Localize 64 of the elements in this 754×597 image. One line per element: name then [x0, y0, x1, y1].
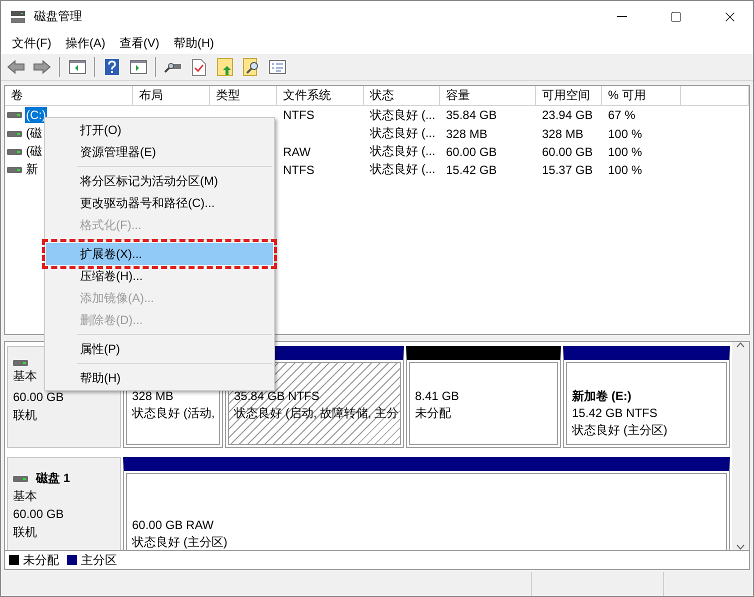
- partition-text: 状态良好 (主分区): [132, 534, 228, 550]
- partition-text: 328 MB: [132, 388, 174, 405]
- partition-text: 8.41 GB: [415, 388, 460, 405]
- partition-text: 未分配: [415, 405, 452, 422]
- column-header[interactable]: 状态: [364, 86, 440, 105]
- partition-text: 35.84 GB NTFS: [234, 388, 320, 405]
- legend-label: 未分配: [23, 552, 59, 568]
- disk-type: 基本: [13, 488, 37, 505]
- disk-name: 磁盘 1: [36, 470, 70, 487]
- disk-size: 60.00 GB: [13, 389, 64, 406]
- table-cell: NTFS: [283, 162, 314, 176]
- context-menu-item[interactable]: 打开(O): [46, 119, 273, 141]
- column-header[interactable]: 布局: [133, 86, 210, 105]
- table-cell: 328 MB: [542, 126, 584, 140]
- table-cell: 23.94 GB: [542, 108, 593, 122]
- column-header[interactable]: 文件系统: [277, 86, 364, 105]
- context-menu-item[interactable]: 扩展卷(X)...: [46, 243, 273, 265]
- table-cell: 100 %: [608, 162, 642, 176]
- table-cell: 状态良好 (...: [370, 143, 436, 160]
- window-title: 磁盘管理: [34, 8, 83, 25]
- column-header[interactable]: 卷: [5, 86, 133, 105]
- partition-block[interactable]: 35.84 GB NTFS 状态良好 (启动, 故障转储, 主分: [225, 346, 404, 448]
- volume-name[interactable]: (磁: [25, 124, 43, 143]
- partition-text: 状态良好 (活动,: [132, 405, 214, 422]
- table-cell: 状态良好 (...: [370, 125, 436, 142]
- table-cell: 100 %: [608, 144, 642, 158]
- column-header[interactable]: 类型: [210, 86, 277, 105]
- menu-item[interactable]: 操作(A): [58, 32, 112, 54]
- legend-label: 主分区: [81, 552, 117, 568]
- partition-title: 新加卷 (E:): [572, 388, 632, 405]
- volume-name[interactable]: (磁: [25, 142, 43, 161]
- context-menu-item[interactable]: 资源管理器(E): [46, 141, 273, 163]
- disk-type: 基本: [13, 368, 37, 385]
- partition-block[interactable]: 新加卷 (E:) 15.42 GB NTFS 状态良好 (主分区): [563, 346, 730, 448]
- table-cell: 状态良好 (...: [370, 106, 436, 124]
- disk-status: 联机: [13, 524, 37, 541]
- menu-item[interactable]: 文件(F): [5, 32, 58, 54]
- partition-text: 状态良好 (主分区): [572, 422, 668, 439]
- disk-size: 60.00 GB: [13, 506, 64, 523]
- table-cell: 60.00 GB: [542, 144, 593, 158]
- context-menu-item[interactable]: 压缩卷(H)...: [46, 265, 273, 287]
- table-cell: 100 %: [608, 126, 642, 140]
- column-header[interactable]: 容量: [440, 86, 536, 105]
- table-cell: 15.37 GB: [542, 162, 593, 176]
- disk-status: 联机: [13, 407, 37, 424]
- table-cell: NTFS: [283, 108, 314, 122]
- partition-block[interactable]: 8.41 GB 未分配: [406, 346, 561, 448]
- table-cell: 35.84 GB: [446, 108, 497, 122]
- volume-name[interactable]: 新: [25, 160, 39, 179]
- partition-block[interactable]: 60.00 GB RAW 状态良好 (主分区): [123, 457, 730, 550]
- table-cell: 67 %: [608, 108, 636, 122]
- column-header[interactable]: 可用空间: [536, 86, 602, 105]
- context-menu-item[interactable]: 将分区标记为活动分区(M): [46, 170, 273, 192]
- menu-item[interactable]: 帮助(H): [166, 32, 221, 54]
- table-cell: 状态良好 (...: [370, 161, 436, 178]
- table-cell: RAW: [283, 144, 311, 158]
- context-menu-item[interactable]: 更改驱动器号和路径(C)...: [46, 192, 273, 214]
- table-cell: 15.42 GB: [446, 162, 497, 176]
- table-cell: 60.00 GB: [446, 144, 497, 158]
- partition-text: 60.00 GB RAW: [132, 516, 215, 534]
- menu-item[interactable]: 查看(V): [112, 32, 166, 54]
- column-header[interactable]: % 可用: [602, 86, 681, 105]
- table-cell: 328 MB: [446, 126, 488, 140]
- partition-text: 15.42 GB NTFS: [572, 405, 658, 422]
